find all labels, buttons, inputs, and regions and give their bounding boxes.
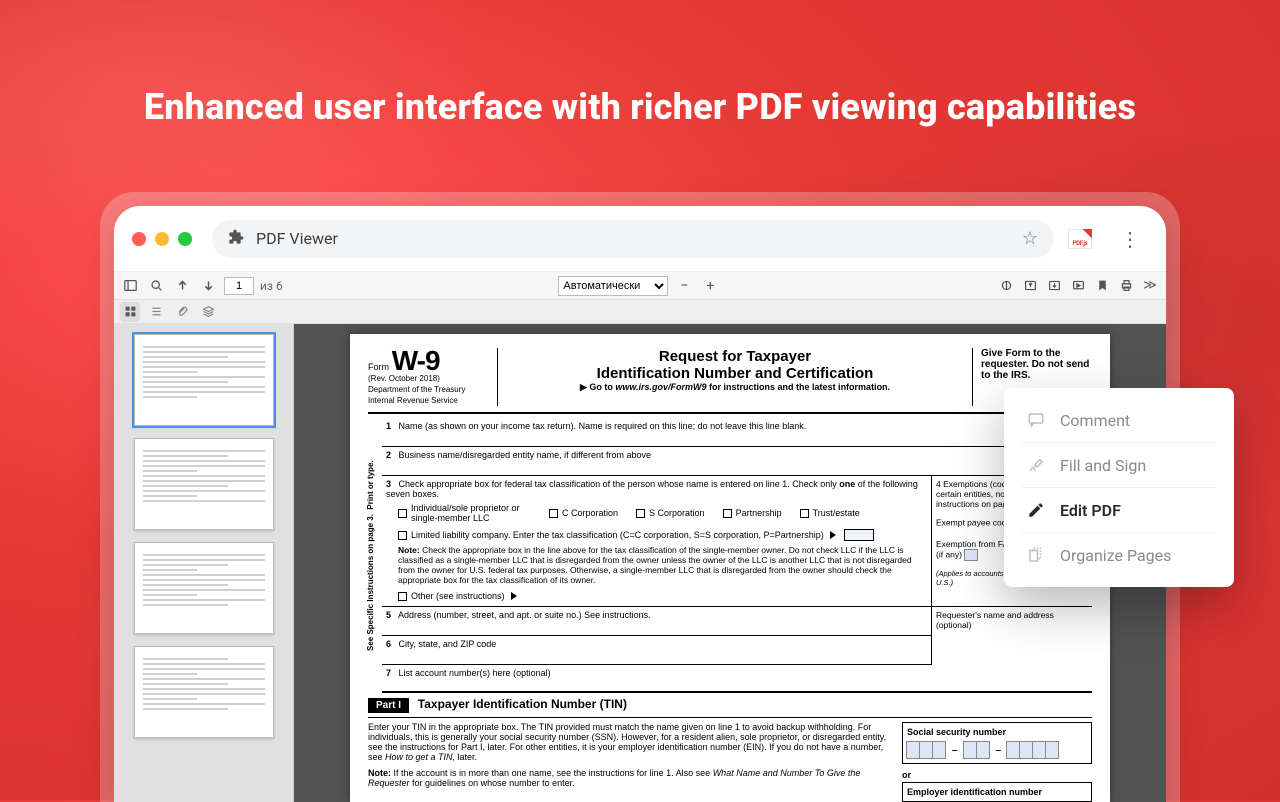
ssn-cell[interactable] [1019,741,1033,759]
page-number-input[interactable] [224,277,254,295]
edit-pdf-action[interactable]: Edit PDF [1010,488,1228,532]
page-thumbnail[interactable] [134,334,274,426]
ssn-cell[interactable] [1045,741,1059,759]
form-line-6: 6 City, state, and ZIP code [382,636,931,665]
window-controls [132,232,192,246]
fill-sign-icon [1026,455,1046,475]
tin-paragraph: Enter your TIN in the appropriate box. T… [368,722,892,802]
print-button[interactable] [1116,276,1136,296]
ein-box: Employer identification number [902,782,1092,802]
open-file-button[interactable] [1020,276,1040,296]
ssn-cell[interactable] [919,741,933,759]
checkbox-trust[interactable]: Trust/estate [800,503,860,523]
ssn-cell[interactable] [1006,741,1020,759]
page-thumbnail[interactable] [134,438,274,530]
comment-action[interactable]: Comment [1010,398,1228,442]
form-line-3: 3 Check appropriate box for federal tax … [382,476,931,606]
tools-menu-button[interactable]: ≫ [1140,276,1160,296]
ssn-cell[interactable] [906,741,920,759]
requester-address: Requester's name and address (optional) [932,607,1092,665]
presentation-button[interactable] [1068,276,1088,296]
part1-label: Part I [368,698,409,713]
form-irs: Internal Revenue Service [368,396,458,405]
sidebar-toggle-button[interactable] [120,276,140,296]
thumbnails-tab-button[interactable] [120,302,140,322]
pdf-sidebar-toolbar [114,300,1166,324]
checkbox-individual[interactable]: Individual/sole proprietor or single-mem… [398,503,531,523]
form-subtitle: Identification Number and Certification [508,365,962,382]
or-label: or [902,770,1092,780]
browser-menu-button[interactable]: ⋮ [1112,223,1148,255]
outline-tab-button[interactable] [146,302,166,322]
side-instructions: See Specific Instructions on page 3. Pri… [366,418,375,693]
thumbnail-sidebar[interactable] [114,324,294,802]
minimize-window-button[interactable] [155,232,169,246]
download-button[interactable] [1044,276,1064,296]
page-count-label: из 6 [260,279,283,293]
attachments-tab-button[interactable] [172,302,192,322]
address-title: PDF Viewer [256,229,338,248]
maximize-window-button[interactable] [178,232,192,246]
checkbox-partnership[interactable]: Partnership [723,503,782,523]
pdfjs-extension-icon[interactable] [1068,229,1092,249]
bookmark-star-icon[interactable]: ☆ [1022,228,1038,249]
form-line-2: 2 Business name/disregarded entity name,… [382,447,1092,476]
form-line-1: 1 Name (as shown on your income tax retu… [382,418,1092,447]
prev-page-button[interactable] [172,276,192,296]
checkbox-scorp[interactable]: S Corporation [636,503,705,523]
find-button[interactable] [146,276,166,296]
form-number: W-9 [392,345,440,376]
edit-icon [1026,500,1046,520]
fatca-code-input[interactable] [964,549,978,561]
checkbox-ccorp[interactable]: C Corporation [549,503,618,523]
page-thumbnail[interactable] [134,542,274,634]
comment-icon [1026,410,1046,430]
action-panel: Comment Fill and Sign Edit PDF Organize … [1004,388,1234,587]
ssn-cell[interactable] [963,741,977,759]
zoom-in-button[interactable]: + [700,276,720,296]
organize-icon [1026,545,1046,565]
form-title: Request for Taxpayer [508,348,962,365]
form-line-5: 5 Address (number, street, and apt. or s… [382,607,931,636]
browser-chrome: PDF Viewer ☆ ⋮ [114,206,1166,272]
form-line-7: 7 List account number(s) here (optional) [382,665,1092,693]
llc-note: Note: Check the appropriate box in the l… [386,543,927,587]
ssn-box: Social security number – – [902,722,1092,764]
part1-title: Taxpayer Identification Number (TIN) [418,697,627,711]
ssn-cell[interactable] [976,741,990,759]
ssn-cell[interactable] [1032,741,1046,759]
ssn-cell[interactable] [932,741,946,759]
text-select-tool-button[interactable] [996,276,1016,296]
extension-icon [228,229,244,249]
address-bar[interactable]: PDF Viewer ☆ [212,220,1054,258]
fill-sign-action[interactable]: Fill and Sign [1010,443,1228,487]
page-thumbnail[interactable] [134,646,274,738]
pdf-page: Form W-9 (Rev. October 2018) Department … [350,334,1110,802]
layers-tab-button[interactable] [198,302,218,322]
checkbox-llc[interactable]: Limited liability company. Enter the tax… [398,529,874,541]
organize-pages-action[interactable]: Organize Pages [1010,533,1228,577]
bookmark-icon[interactable] [1092,276,1112,296]
form-revision: (Rev. October 2018) [368,374,440,383]
checkbox-other[interactable]: Other (see instructions) [398,591,517,601]
form-label: Form [368,362,389,372]
pdf-toolbar: из 6 Автоматически − + ≫ [114,272,1166,300]
form-dept: Department of the Treasury [368,385,465,394]
form-link-line: ▶ Go to www.irs.gov/FormW9 for instructi… [508,382,962,393]
toolbar-right-group: ≫ [996,276,1160,296]
zoom-out-button[interactable]: − [674,276,694,296]
zoom-select[interactable]: Автоматически [558,276,668,296]
close-window-button[interactable] [132,232,146,246]
headline: Enhanced user interface with richer PDF … [0,86,1280,128]
next-page-button[interactable] [198,276,218,296]
